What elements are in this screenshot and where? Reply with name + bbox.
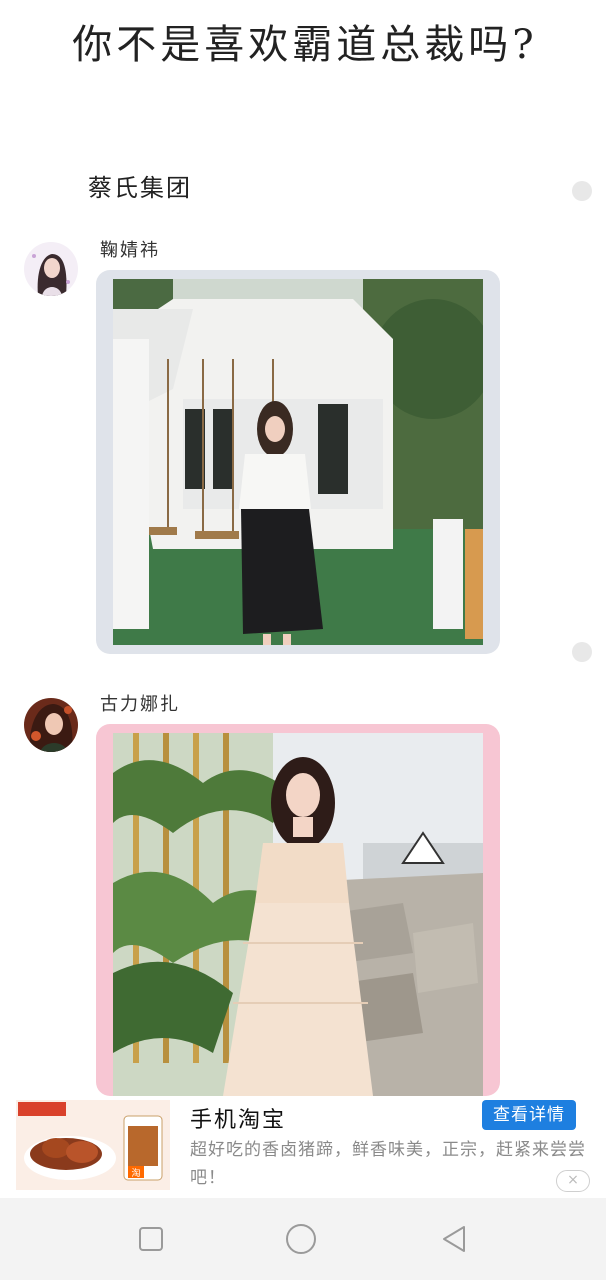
- ad-banner[interactable]: 淘 手机淘宝 查看详情 超好吃的香卤猪蹄，鲜香味美，正宗，赶紧来尝尝吧！ ×: [16, 1098, 592, 1194]
- status-dot: [572, 642, 592, 662]
- status-dot: [572, 181, 592, 201]
- triangle-back-icon[interactable]: [436, 1222, 470, 1256]
- square-icon[interactable]: [134, 1222, 168, 1256]
- circle-icon[interactable]: [284, 1222, 318, 1256]
- close-ad-button[interactable]: ×: [556, 1170, 590, 1192]
- view-details-button[interactable]: 查看详情: [482, 1100, 576, 1130]
- ad-title: 手机淘宝: [190, 1108, 287, 1133]
- ad-description: 超好吃的香卤猪蹄，鲜香味美，正宗，赶紧来尝尝吧！: [190, 1140, 586, 1188]
- taobao-logo-text: 淘: [131, 1167, 140, 1179]
- post-username: 古力娜扎: [100, 694, 180, 715]
- avatar[interactable]: [24, 242, 78, 296]
- system-navbar: [0, 1198, 606, 1280]
- post-photo[interactable]: [113, 279, 483, 645]
- photo-frame: [96, 270, 500, 654]
- group-name: 蔡氏集团: [88, 174, 192, 202]
- ad-thumbnail[interactable]: 淘: [16, 1100, 170, 1190]
- avatar[interactable]: [24, 698, 78, 752]
- page-title: 你不是喜欢霸道总裁吗?: [72, 22, 538, 68]
- post-username: 鞠婧祎: [100, 240, 160, 261]
- post-photo[interactable]: [113, 733, 483, 1096]
- photo-frame: [96, 724, 500, 1096]
